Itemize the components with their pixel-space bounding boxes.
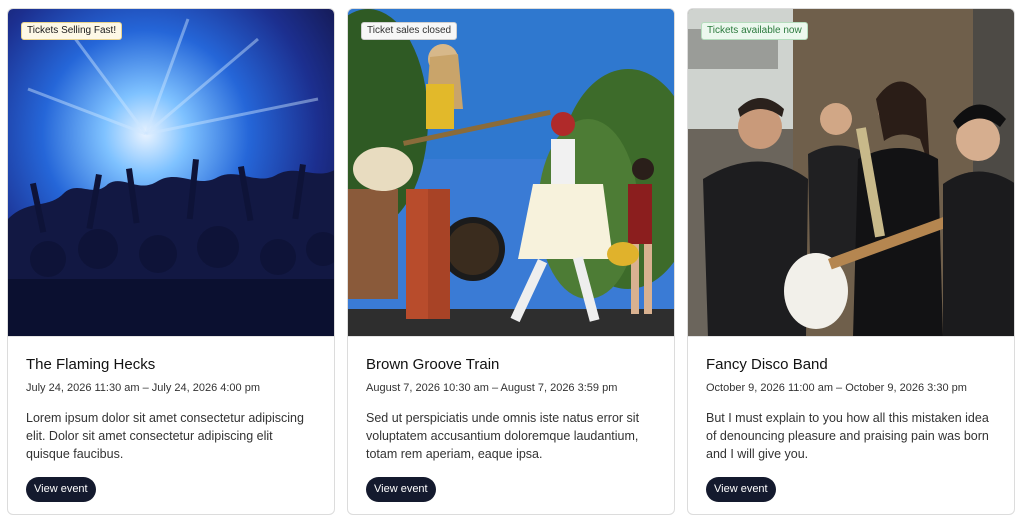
- event-grid: Tickets Selling Fast! The Flaming Hecks …: [0, 0, 1024, 522]
- event-dates: July 24, 2026 11:30 am – July 24, 2026 4…: [26, 382, 261, 394]
- concert-crowd-image: Tickets Selling Fast!: [8, 9, 334, 337]
- event-dates: October 9, 2026 11:00 am – October 9, 20…: [706, 382, 967, 394]
- status-badge: Ticket sales closed: [361, 22, 458, 40]
- view-event-button[interactable]: View event: [366, 477, 436, 502]
- event-card: Tickets Selling Fast! The Flaming Hecks …: [7, 8, 335, 515]
- outdoor-band-image: Ticket sales closed: [348, 9, 674, 337]
- event-card: Ticket sales closed Brown Groove Train A…: [347, 8, 675, 515]
- event-description: But I must explain to you how all this m…: [706, 411, 989, 461]
- event-description: Sed ut perspiciatis unde omnis iste natu…: [366, 411, 640, 461]
- view-event-button[interactable]: View event: [26, 477, 96, 502]
- event-dates: August 7, 2026 10:30 am – August 7, 2026…: [366, 382, 618, 394]
- band-portrait-image: Tickets available now: [688, 9, 1014, 337]
- event-card: Tickets available now Fancy Disco Band O…: [687, 8, 1015, 515]
- event-description: Lorem ipsum dolor sit amet consectetur a…: [26, 411, 304, 461]
- event-title: Fancy Disco Band: [706, 356, 828, 373]
- event-title: The Flaming Hecks: [26, 356, 156, 373]
- status-badge: Tickets Selling Fast!: [21, 22, 123, 40]
- event-title: Brown Groove Train: [366, 356, 500, 373]
- status-badge: Tickets available now: [701, 22, 808, 40]
- view-event-button[interactable]: View event: [706, 477, 776, 502]
